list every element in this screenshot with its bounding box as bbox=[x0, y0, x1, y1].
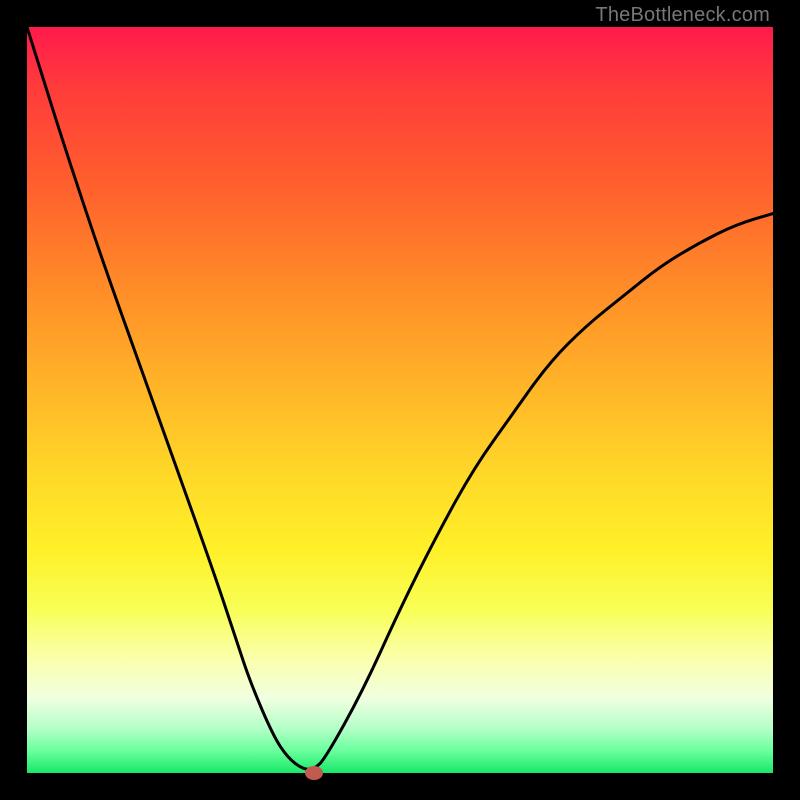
bottleneck-curve bbox=[27, 27, 773, 773]
optimal-marker bbox=[305, 766, 323, 780]
chart-area bbox=[27, 27, 773, 773]
watermark-text: TheBottleneck.com bbox=[595, 4, 770, 27]
